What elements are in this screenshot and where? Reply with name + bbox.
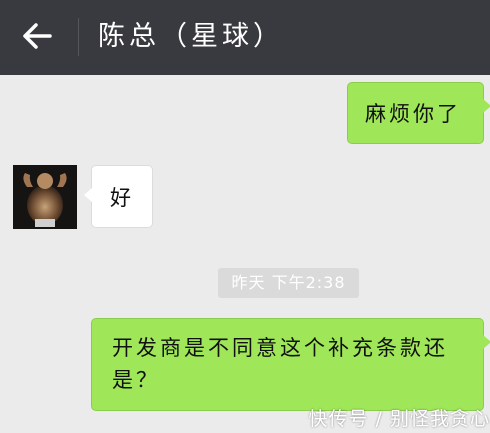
received-message-bubble[interactable]: 好 <box>84 165 153 228</box>
watermark: 快传号 / 别怪我贪心 <box>308 408 490 430</box>
message-text: 麻烦你了 <box>365 102 461 126</box>
back-button[interactable] <box>14 16 60 60</box>
message-text: 开发商是不同意这个补充条款还是？ <box>112 336 448 392</box>
message-text: 好 <box>110 186 131 210</box>
chat-title: 陈总（星球） <box>98 21 284 52</box>
contact-avatar[interactable] <box>13 165 77 229</box>
sent-message-bubble[interactable]: 麻烦你了 <box>347 82 490 144</box>
arrow-left-icon <box>22 22 52 54</box>
message-timestamp: 昨天 下午2:38 <box>218 268 359 298</box>
sent-message-bubble[interactable]: 开发商是不同意这个补充条款还是？ <box>91 318 490 411</box>
chat-header: 陈总（星球） <box>0 0 490 75</box>
header-divider <box>78 18 79 56</box>
